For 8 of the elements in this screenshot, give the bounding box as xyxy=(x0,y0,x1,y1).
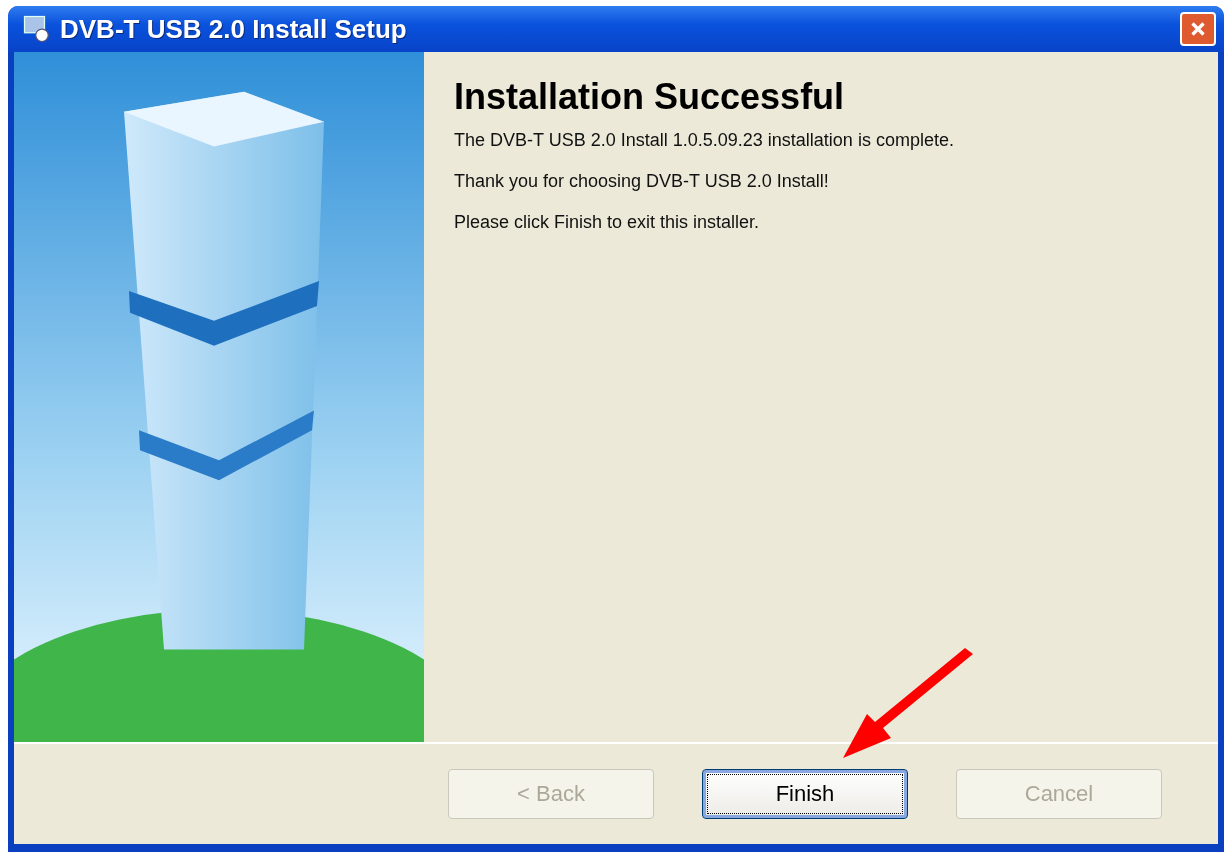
finish-button[interactable]: Finish xyxy=(702,769,908,819)
message-text: The DVB-T USB 2.0 Install 1.0.5.09.23 installation is complete. xyxy=(454,130,955,151)
message-text: Please click Finish to exit this installer. xyxy=(454,212,761,233)
window-title: DVB-T USB 2.0 Install Setup xyxy=(60,13,408,45)
heading: Installation Successful xyxy=(454,76,846,118)
message-text: Thank you for choosing DVB-T USB 2.0 Install! xyxy=(454,171,830,192)
close-button[interactable] xyxy=(1180,12,1216,46)
app-icon xyxy=(22,14,52,44)
